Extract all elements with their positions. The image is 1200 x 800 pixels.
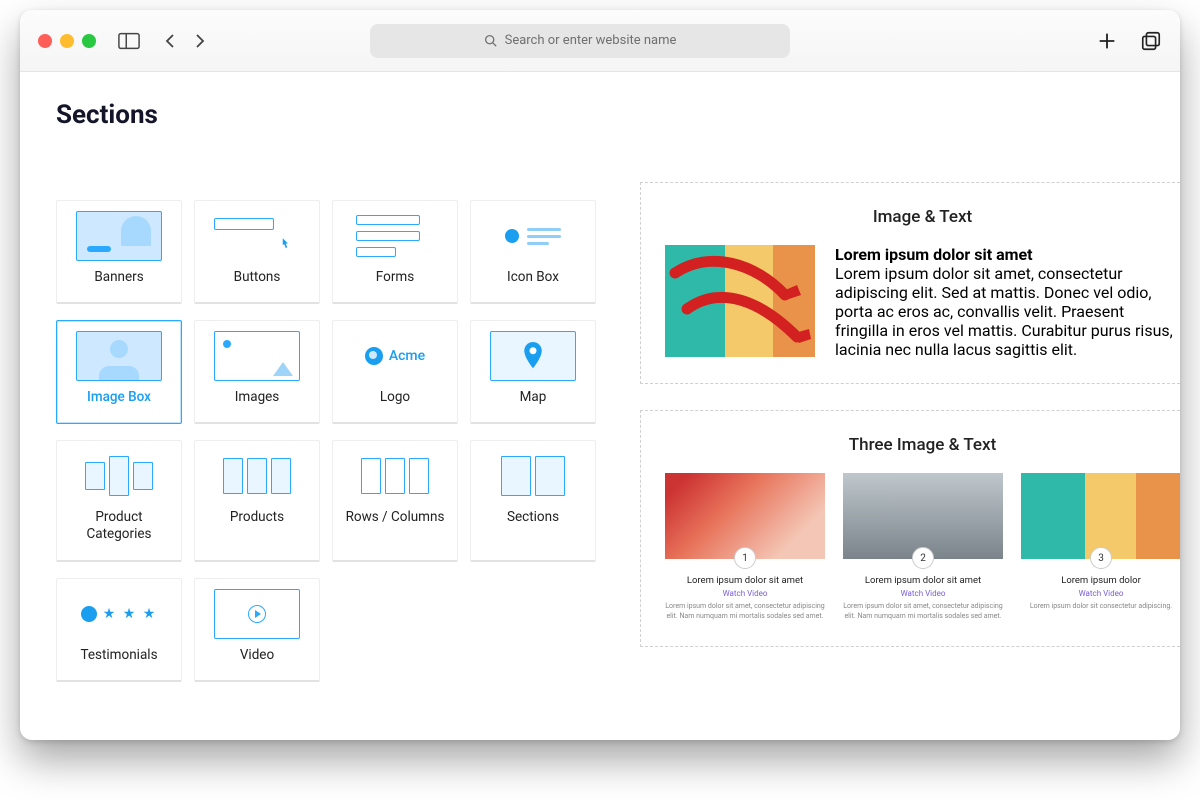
- sidebar-toggle-icon[interactable]: [118, 32, 140, 50]
- tile-label: Forms: [376, 269, 414, 286]
- tile-images[interactable]: Images: [194, 320, 320, 424]
- tile-map[interactable]: Map: [470, 320, 596, 424]
- browser-toolbar: Search or enter website name: [20, 10, 1180, 72]
- preview-title: Three Image & Text: [665, 435, 1180, 455]
- preview-column: 3 Lorem ipsum dolor Watch Video Lorem ip…: [1021, 473, 1180, 622]
- address-bar[interactable]: Search or enter website name: [370, 24, 790, 58]
- step-badge: 2: [912, 547, 934, 569]
- preview-image-placeholder: [665, 245, 815, 357]
- tile-label: Banners: [94, 269, 143, 286]
- section-grid: Banners Buttons Forms Icon Box: [56, 200, 640, 682]
- tile-forms[interactable]: Forms: [332, 200, 458, 304]
- col-title: Lorem ipsum dolor sit amet: [665, 575, 825, 586]
- tile-label: Products: [230, 509, 284, 526]
- tile-sections[interactable]: Sections: [470, 440, 596, 562]
- tile-label: Testimonials: [80, 647, 157, 664]
- preview-heading: Lorem ipsum dolor sit amet: [835, 245, 1180, 264]
- product-categories-icon: [76, 451, 162, 501]
- tile-label: Sections: [507, 509, 559, 526]
- tile-label: Icon Box: [507, 269, 559, 286]
- tile-label: Product Categories: [63, 509, 175, 543]
- col-link[interactable]: Watch Video: [665, 589, 825, 598]
- preview-pane: Image & Text Lorem ipsum dolor sit amet …: [640, 72, 1180, 740]
- icon-box-icon: [490, 211, 576, 261]
- tile-label: Logo: [380, 389, 410, 406]
- preview-image-placeholder: 1: [665, 473, 825, 559]
- rows-columns-icon: [352, 451, 438, 501]
- preview-column: 1 Lorem ipsum dolor sit amet Watch Video…: [665, 473, 825, 622]
- address-bar-placeholder: Search or enter website name: [505, 33, 677, 48]
- tile-label: Images: [235, 389, 280, 406]
- browser-window: Search or enter website name Sections Ba…: [20, 10, 1180, 740]
- buttons-icon: [214, 211, 300, 261]
- step-badge: 1: [734, 547, 756, 569]
- tile-products[interactable]: Products: [194, 440, 320, 562]
- tile-video[interactable]: Video: [194, 578, 320, 682]
- sections-panel: Sections Banners Buttons Forms: [20, 72, 640, 740]
- products-icon: [214, 451, 300, 501]
- new-tab-button[interactable]: [1096, 30, 1118, 52]
- tile-rows-columns[interactable]: Rows / Columns: [332, 440, 458, 562]
- images-icon: [214, 331, 300, 381]
- testimonials-icon: ★ ★ ★: [76, 589, 162, 639]
- tile-image-box[interactable]: Image Box: [56, 320, 182, 424]
- tile-icon-box[interactable]: Icon Box: [470, 200, 596, 304]
- search-icon: [484, 34, 497, 47]
- col-link[interactable]: Watch Video: [1021, 589, 1180, 598]
- legs-illustration: [665, 245, 815, 357]
- col-title: Lorem ipsum dolor sit amet: [843, 575, 1003, 586]
- tile-product-categories[interactable]: Product Categories: [56, 440, 182, 562]
- map-pin-icon: [490, 331, 576, 381]
- preview-three-image-text[interactable]: Three Image & Text 1 Lorem ipsum dolor s…: [640, 410, 1180, 647]
- banners-icon: [76, 211, 162, 261]
- maximize-window[interactable]: [82, 34, 96, 48]
- col-body: Lorem ipsum dolor sit consectetur adipis…: [1021, 602, 1180, 612]
- col-body: Lorem ipsum dolor sit amet, consectetur …: [665, 602, 825, 622]
- tile-testimonials[interactable]: ★ ★ ★ Testimonials: [56, 578, 182, 682]
- window-controls: [38, 34, 96, 48]
- page-content: Sections Banners Buttons Forms: [20, 72, 1180, 740]
- step-badge: 3: [1090, 547, 1112, 569]
- col-link[interactable]: Watch Video: [843, 589, 1003, 598]
- page-title: Sections: [56, 100, 640, 130]
- tile-logo[interactable]: Acme Logo: [332, 320, 458, 424]
- close-window[interactable]: [38, 34, 52, 48]
- preview-image-text[interactable]: Image & Text Lorem ipsum dolor sit amet …: [640, 182, 1180, 384]
- logo-icon: Acme: [352, 331, 438, 381]
- image-box-icon: [76, 331, 162, 381]
- col-body: Lorem ipsum dolor sit amet, consectetur …: [843, 602, 1003, 622]
- preview-image-placeholder: 2: [843, 473, 1003, 559]
- nav-arrows: [162, 33, 208, 49]
- tile-label: Map: [520, 389, 547, 406]
- video-icon: [214, 589, 300, 639]
- preview-title: Image & Text: [665, 207, 1180, 227]
- forms-icon: [352, 211, 438, 261]
- tile-label: Buttons: [234, 269, 281, 286]
- back-button[interactable]: [162, 33, 178, 49]
- preview-column: 2 Lorem ipsum dolor sit amet Watch Video…: [843, 473, 1003, 622]
- forward-button[interactable]: [192, 33, 208, 49]
- tile-buttons[interactable]: Buttons: [194, 200, 320, 304]
- minimize-window[interactable]: [60, 34, 74, 48]
- tile-label: Image Box: [87, 389, 151, 406]
- preview-image-placeholder: 3: [1021, 473, 1180, 559]
- col-title: Lorem ipsum dolor: [1021, 575, 1180, 586]
- tile-label: Rows / Columns: [346, 509, 445, 526]
- tabs-overview-button[interactable]: [1140, 30, 1162, 52]
- preview-body: Lorem ipsum dolor sit amet, consectetur …: [835, 264, 1180, 359]
- sections-icon: [490, 451, 576, 501]
- tile-banners[interactable]: Banners: [56, 200, 182, 304]
- tile-label: Video: [240, 647, 274, 664]
